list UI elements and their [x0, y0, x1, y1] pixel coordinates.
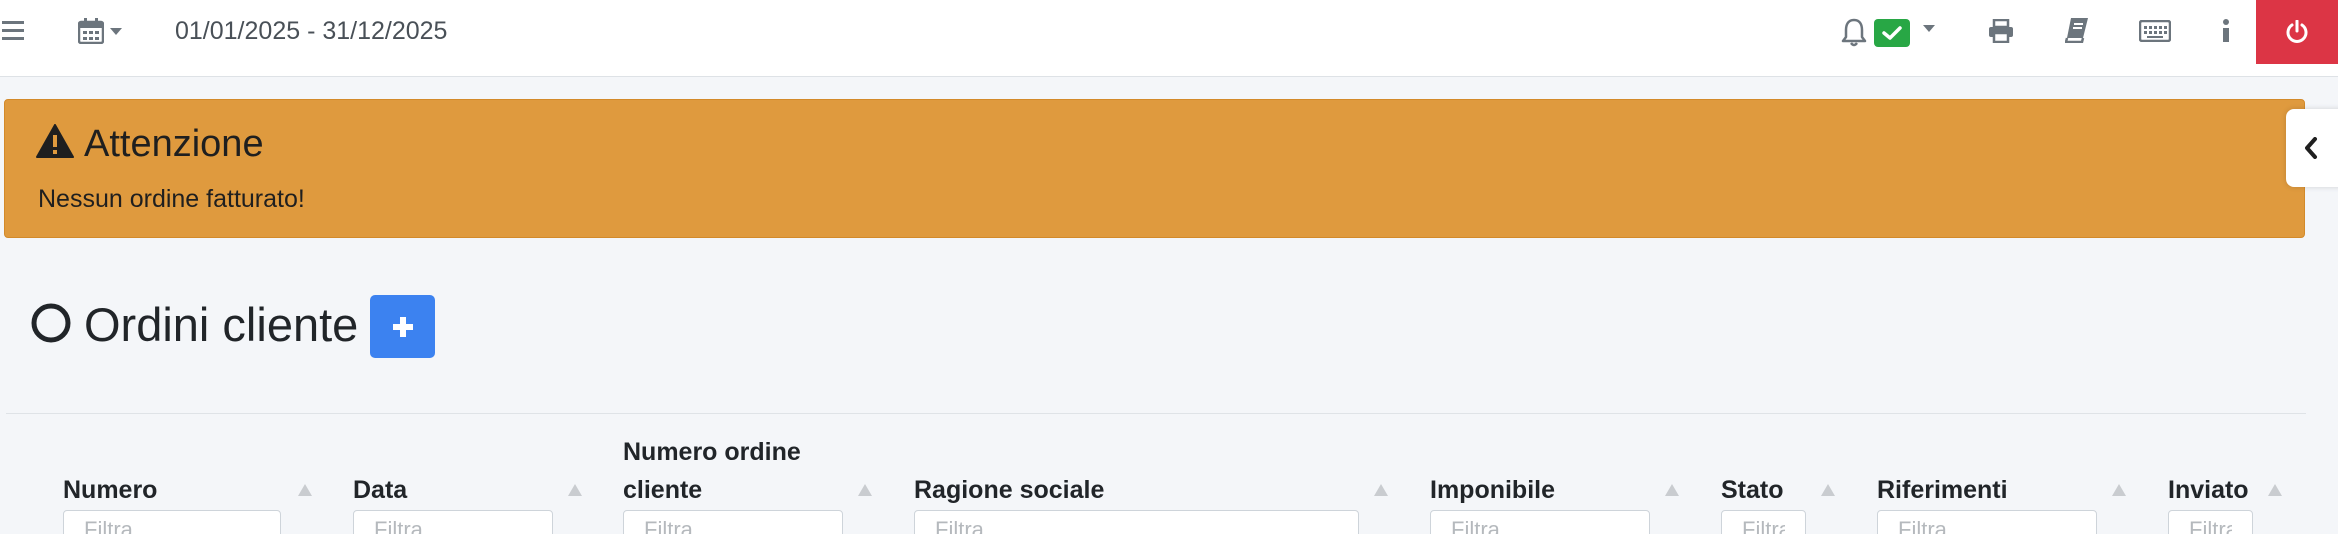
filter-input-data[interactable]	[353, 510, 553, 534]
column-header-riferimenti[interactable]: Riferimenti	[1877, 471, 2008, 509]
column-header-ragione-sociale[interactable]: Ragione sociale	[914, 471, 1104, 509]
info-icon[interactable]	[2216, 16, 2236, 46]
filter-input-ragione-sociale[interactable]	[914, 510, 1359, 534]
column-label: Imponibile	[1430, 476, 1555, 504]
keyboard-icon[interactable]	[2138, 18, 2172, 44]
column-header-numero[interactable]: Numero	[63, 471, 157, 509]
column-label: Inviato	[2168, 476, 2249, 504]
power-icon	[2285, 20, 2309, 44]
bell-icon	[1841, 17, 1867, 47]
column-header-stato[interactable]: Stato	[1721, 471, 1784, 509]
print-icon[interactable]	[1986, 16, 2016, 46]
chevron-down-icon	[110, 27, 122, 35]
chevron-down-icon	[1923, 25, 1935, 32]
circle-icon	[30, 302, 72, 344]
column-label: Numero ordine	[623, 438, 801, 466]
warning-alert	[4, 99, 2305, 238]
column-header-data[interactable]: Data	[353, 471, 407, 509]
column-label: Stato	[1721, 476, 1784, 504]
sort-icon[interactable]	[858, 484, 872, 496]
alert-message: Nessun ordine fatturato!	[38, 185, 305, 213]
column-label: Numero	[63, 476, 158, 504]
calendar-icon	[78, 18, 104, 44]
book-icon[interactable]	[2062, 15, 2092, 45]
page-title: Ordini cliente	[84, 298, 359, 351]
column-label: cliente	[623, 476, 703, 504]
filter-input-imponibile[interactable]	[1430, 510, 1650, 534]
column-label: Data	[353, 476, 408, 504]
calendar-dropdown-button[interactable]	[74, 16, 126, 46]
sidebar-toggle-button[interactable]	[2286, 109, 2338, 187]
filter-input-numero[interactable]	[63, 510, 281, 534]
top-navbar: 01/01/2025 - 31/12/2025	[0, 0, 2338, 77]
alert-title: Attenzione	[84, 123, 264, 165]
date-range-label[interactable]: 01/01/2025 - 31/12/2025	[175, 14, 447, 48]
sort-icon[interactable]	[298, 484, 312, 496]
logout-button[interactable]	[2256, 0, 2338, 64]
plus-icon	[392, 316, 414, 338]
sort-icon[interactable]	[1374, 484, 1388, 496]
chevron-left-icon	[2304, 137, 2318, 159]
warning-icon	[36, 122, 74, 160]
menu-icon[interactable]	[0, 16, 28, 44]
column-header-imponibile[interactable]: Imponibile	[1430, 471, 1555, 509]
sort-icon[interactable]	[2112, 484, 2126, 496]
sort-icon[interactable]	[568, 484, 582, 496]
sort-icon[interactable]	[1665, 484, 1679, 496]
column-header-inviato[interactable]: Inviato	[2168, 471, 2249, 509]
check-icon	[1882, 25, 1902, 41]
column-label: Riferimenti	[1877, 476, 2008, 504]
filter-input-numero-ordine-cliente[interactable]	[623, 510, 843, 534]
divider	[6, 413, 2306, 414]
status-badge	[1874, 19, 1910, 47]
column-label: Ragione sociale	[914, 476, 1105, 504]
add-order-button[interactable]	[370, 295, 435, 358]
column-header-numero-ordine-cliente[interactable]: Numero ordine cliente	[623, 433, 801, 509]
filter-input-riferimenti[interactable]	[1877, 510, 2097, 534]
sort-icon[interactable]	[2268, 484, 2282, 496]
filter-input-stato[interactable]	[1721, 510, 1806, 534]
sort-icon[interactable]	[1821, 484, 1835, 496]
filter-input-inviato[interactable]	[2168, 510, 2253, 534]
